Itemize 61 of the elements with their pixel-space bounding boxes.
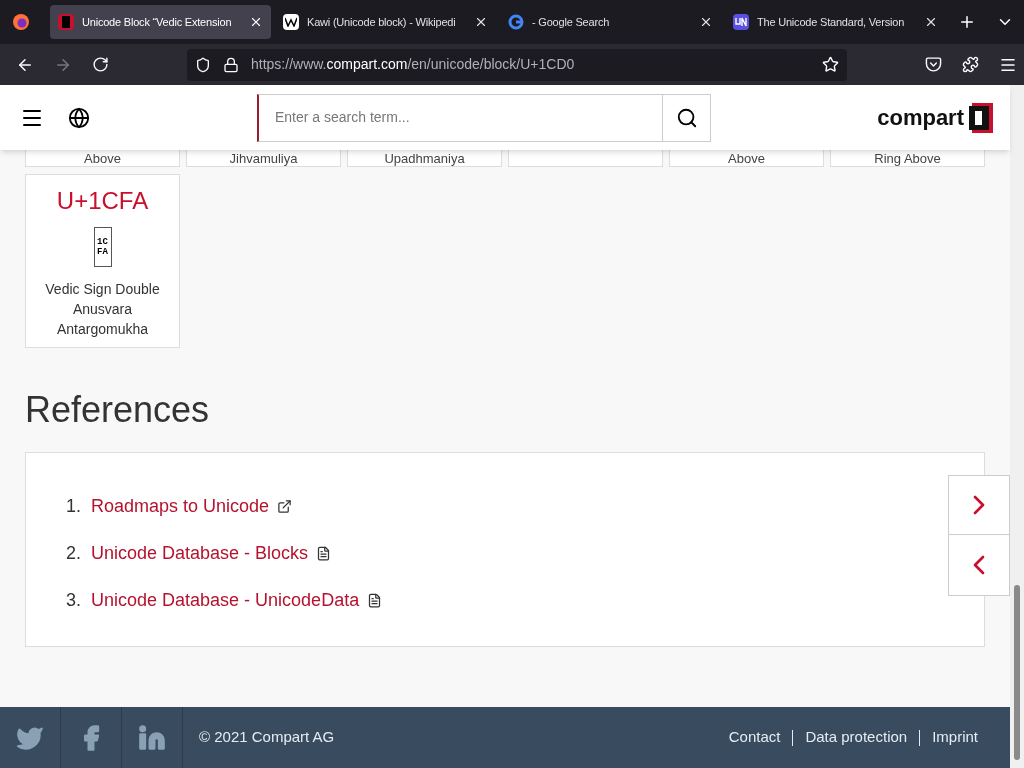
code-point: U+1CFA: [56, 186, 149, 216]
tab-title: - Google Search: [532, 14, 611, 30]
character-name: Ring Above: [874, 152, 941, 166]
search-field[interactable]: Enter a search term...: [257, 93, 663, 142]
tab-title: Kawi (Unicode block) - Wikipedi: [307, 14, 457, 30]
footer-link[interactable]: Imprint: [932, 726, 978, 749]
new-tab-icon[interactable]: [958, 13, 976, 31]
character-name: Above: [728, 152, 765, 166]
search-button[interactable]: [663, 93, 711, 142]
lock-icon[interactable]: [223, 56, 239, 73]
scrollbar[interactable]: [1010, 85, 1024, 768]
list-number: 2.: [66, 542, 82, 565]
character-card[interactable]: Above: [25, 150, 180, 167]
external-link-icon: [277, 499, 293, 514]
reference-link[interactable]: Unicode Database - Blocks: [91, 540, 309, 567]
reload-icon[interactable]: [92, 56, 109, 73]
site-icon: [283, 14, 299, 30]
tab-title: The Unicode Standard, Version: [757, 14, 906, 30]
close-icon[interactable]: [924, 15, 938, 29]
character-name: Jihvamuliya: [229, 152, 298, 166]
compart-logo[interactable]: compart: [877, 101, 994, 134]
browser-tab[interactable]: The Unicode Standard, Version: [725, 5, 946, 39]
copyright-text: © 2021 Compart AG: [199, 727, 335, 748]
footer-link[interactable]: Contact: [728, 726, 781, 749]
shield-icon[interactable]: [195, 56, 211, 73]
extensions-icon[interactable]: [962, 56, 979, 73]
reference-link[interactable]: Roadmaps to Unicode: [91, 493, 270, 520]
close-icon[interactable]: [474, 15, 488, 29]
globe-icon[interactable]: [68, 106, 90, 129]
glyph-fallback: 1C FA: [93, 227, 112, 267]
document-icon: [367, 593, 383, 608]
close-icon[interactable]: [249, 15, 263, 29]
site-icon: [733, 14, 749, 30]
reference-link[interactable]: Unicode Database - UnicodeData: [91, 587, 360, 614]
character-card[interactable]: Ring Above: [830, 150, 985, 167]
site-icon: [508, 14, 524, 30]
browser-logo-icon[interactable]: [12, 13, 30, 31]
browser-tab[interactable]: Kawi (Unicode block) - Wikipedi: [275, 5, 496, 39]
linkedin-icon[interactable]: [138, 723, 166, 752]
character-card[interactable]: Upadhmaniya: [347, 150, 502, 167]
url-text: https://www.compart.com/en/unicode/block/U+1CD0: [251, 55, 576, 74]
list-number: 3.: [66, 589, 82, 612]
footer-link[interactable]: Data protection: [805, 726, 908, 749]
section-heading: References: [25, 388, 211, 432]
character-card[interactable]: Above: [669, 150, 824, 167]
close-icon[interactable]: [699, 15, 713, 29]
character-name: Above: [84, 152, 121, 166]
character-card[interactable]: Jihvamuliya: [186, 150, 341, 167]
document-icon: [316, 546, 332, 561]
browser-tab[interactable]: Unicode Block “Vedic Extension: [50, 5, 271, 39]
character-name: Upadhmaniya: [384, 152, 465, 166]
list-number: 1.: [66, 495, 82, 518]
search-icon: [675, 106, 698, 129]
pocket-icon[interactable]: [925, 56, 942, 73]
address-bar[interactable]: https://www.compart.com/en/unicode/block/U+1CD0: [187, 48, 847, 81]
bookmark-star-icon[interactable]: [822, 56, 839, 73]
site-icon: [58, 14, 74, 30]
browser-tab[interactable]: - Google Search: [500, 5, 721, 39]
character-name: Vedic Sign Double Anusvara Antargomukha: [44, 280, 161, 339]
character-card[interactable]: U+1CFA 1C FA Vedic Sign Double Anusvara Antargomukha: [25, 174, 180, 348]
tab-title: Unicode Block “Vedic Extension: [82, 14, 233, 30]
